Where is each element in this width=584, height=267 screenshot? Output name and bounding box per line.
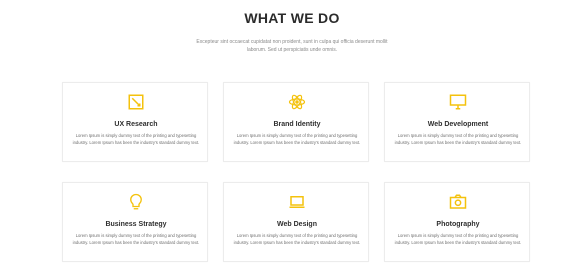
service-title: UX Research xyxy=(114,121,158,128)
service-title: Web Development xyxy=(427,121,489,128)
service-description: Lorem Ipsum is simply dummy text of the … xyxy=(72,133,200,145)
service-title: Business Strategy xyxy=(105,221,167,228)
monitor-icon xyxy=(448,92,468,112)
service-description: Lorem Ipsum is simply dummy text of the … xyxy=(233,133,361,145)
lightbulb-icon xyxy=(126,192,146,212)
camera-icon xyxy=(448,192,468,212)
service-description: Lorem Ipsum is simply dummy text of the … xyxy=(233,233,361,245)
service-description: Lorem Ipsum is simply dummy text of the … xyxy=(394,133,522,145)
service-title: Photography xyxy=(436,221,480,228)
service-card-web-design[interactable]: Web Design Lorem Ipsum is simply dummy t… xyxy=(223,182,369,262)
section-subtitle: Excepteur sint occaecat cupidatat non pr… xyxy=(196,39,388,53)
service-card-ux-research[interactable]: UX Research Lorem Ipsum is simply dummy … xyxy=(62,82,208,162)
service-title: Web Design xyxy=(277,221,317,228)
service-card-web-development[interactable]: Web Development Lorem Ipsum is simply du… xyxy=(384,82,530,162)
service-card-brand-identity[interactable]: Brand Identity Lorem Ipsum is simply dum… xyxy=(223,82,369,162)
service-card-business-strategy[interactable]: Business Strategy Lorem Ipsum is simply … xyxy=(62,182,208,262)
crop-icon xyxy=(126,92,146,112)
atom-icon xyxy=(287,92,307,112)
service-card-photography[interactable]: Photography Lorem Ipsum is simply dummy … xyxy=(384,182,530,262)
laptop-icon xyxy=(287,192,307,212)
section-title: WHAT WE DO xyxy=(244,10,340,26)
services-grid: UX Research Lorem Ipsum is simply dummy … xyxy=(62,82,530,264)
service-description: Lorem Ipsum is simply dummy text of the … xyxy=(394,233,522,245)
service-description: Lorem Ipsum is simply dummy text of the … xyxy=(72,233,200,245)
service-title: Brand Identity xyxy=(273,121,321,128)
